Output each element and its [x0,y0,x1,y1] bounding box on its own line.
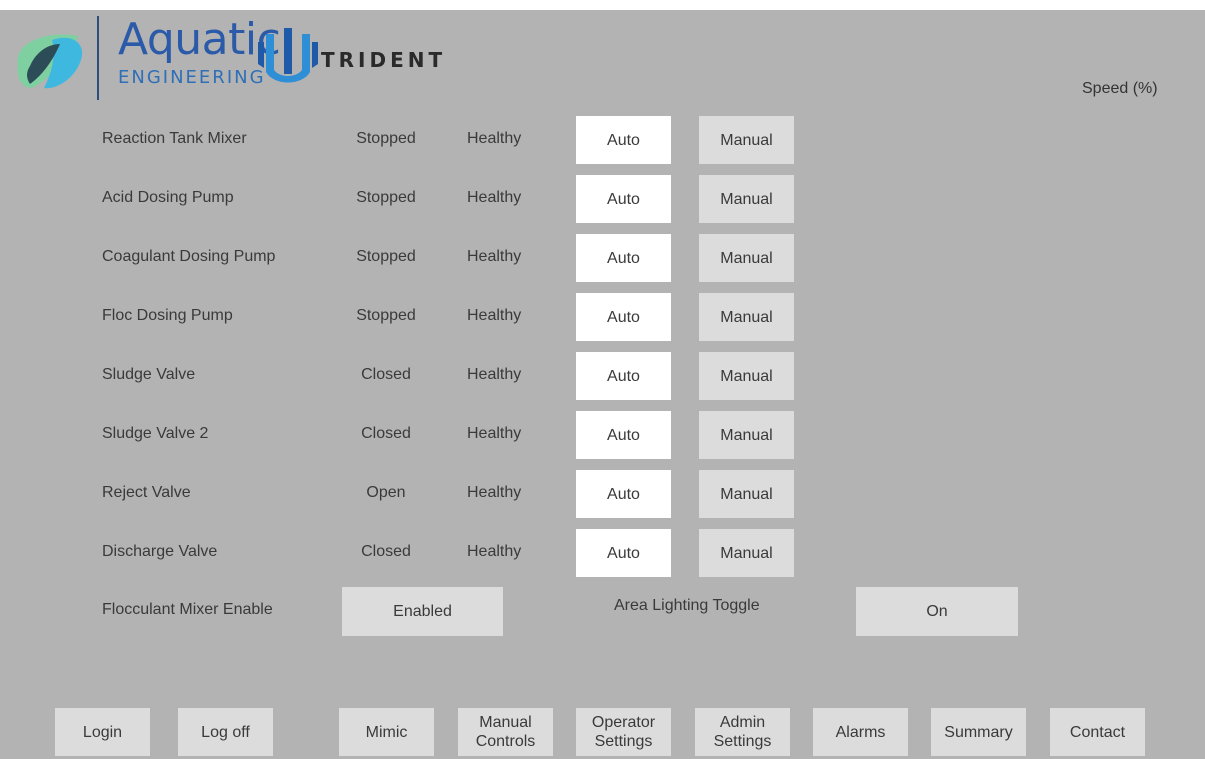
mimic-button[interactable]: Mimic [339,708,434,756]
device-state: Open [366,484,406,501]
leaf-logo-icon [17,34,83,89]
bottom-navigation: Login Log off Mimic Manual Controls Oper… [0,708,1205,756]
manual-button[interactable]: Manual [699,352,794,400]
device-health: Healthy [467,307,522,324]
area-lighting-toggle-button[interactable]: On [856,587,1018,636]
device-state: Closed [361,366,411,383]
device-health: Healthy [467,425,522,442]
device-name: Reaction Tank Mixer [102,130,247,147]
toggle-row: Flocculant Mixer Enable Enabled Area Lig… [0,587,1205,636]
device-row-sludge-valve-2: Sludge Valve 2 Closed Healthy Auto Manua… [0,411,1205,459]
device-health: Healthy [467,543,522,560]
flocculant-mixer-enable-button[interactable]: Enabled [342,587,503,636]
summary-button[interactable]: Summary [931,708,1026,756]
device-row-reaction-tank-mixer: Reaction Tank Mixer Stopped Healthy Auto… [0,116,1205,164]
manual-button[interactable]: Manual [699,411,794,459]
alarms-button[interactable]: Alarms [813,708,908,756]
speed-column-header: Speed (%) [1082,80,1158,97]
logo-divider [97,16,99,100]
device-state: Closed [361,425,411,442]
device-name: Reject Valve [102,484,191,501]
device-row-sludge-valve: Sludge Valve Closed Healthy Auto Manual [0,352,1205,400]
log-off-button[interactable]: Log off [178,708,273,756]
manual-button[interactable]: Manual [699,470,794,518]
manual-button[interactable]: Manual [699,116,794,164]
device-state: Stopped [356,248,416,265]
auto-button[interactable]: Auto [576,352,671,400]
auto-button[interactable]: Auto [576,234,671,282]
device-name: Sludge Valve 2 [102,425,209,442]
device-row-floc-dosing-pump: Floc Dosing Pump Stopped Healthy Auto Ma… [0,293,1205,341]
manual-button[interactable]: Manual [699,175,794,223]
device-health: Healthy [467,130,522,147]
device-name: Acid Dosing Pump [102,189,234,206]
auto-button[interactable]: Auto [576,529,671,577]
device-state: Closed [361,543,411,560]
device-health: Healthy [467,484,522,501]
device-state: Stopped [356,130,416,147]
auto-button[interactable]: Auto [576,411,671,459]
device-name: Floc Dosing Pump [102,307,233,324]
device-state: Stopped [356,189,416,206]
device-name: Discharge Valve [102,543,218,560]
device-row-discharge-valve: Discharge Valve Closed Healthy Auto Manu… [0,529,1205,577]
device-row-coagulant-dosing-pump: Coagulant Dosing Pump Stopped Healthy Au… [0,234,1205,282]
device-row-acid-dosing-pump: Acid Dosing Pump Stopped Healthy Auto Ma… [0,175,1205,223]
device-health: Healthy [467,189,522,206]
device-row-reject-valve: Reject Valve Open Healthy Auto Manual [0,470,1205,518]
operator-settings-button[interactable]: Operator Settings [576,708,671,756]
manual-controls-button[interactable]: Manual Controls [458,708,553,756]
flocculant-mixer-label: Flocculant Mixer Enable [102,601,273,618]
contact-button[interactable]: Contact [1050,708,1145,756]
device-name: Sludge Valve [102,366,196,383]
device-health: Healthy [467,248,522,265]
trident-wordmark: TRIDENT [321,48,447,72]
auto-button[interactable]: Auto [576,175,671,223]
auto-button[interactable]: Auto [576,116,671,164]
device-health: Healthy [467,366,522,383]
auto-button[interactable]: Auto [576,293,671,341]
brand-subtitle: ENGINEERING [118,67,266,88]
manual-button[interactable]: Manual [699,234,794,282]
device-state: Stopped [356,307,416,324]
admin-settings-button[interactable]: Admin Settings [695,708,790,756]
login-button[interactable]: Login [55,708,150,756]
area-lighting-label: Area Lighting Toggle [614,597,760,614]
manual-button[interactable]: Manual [699,293,794,341]
trident-logo-icon [258,28,318,83]
auto-button[interactable]: Auto [576,470,671,518]
manual-button[interactable]: Manual [699,529,794,577]
device-name: Coagulant Dosing Pump [102,248,276,265]
